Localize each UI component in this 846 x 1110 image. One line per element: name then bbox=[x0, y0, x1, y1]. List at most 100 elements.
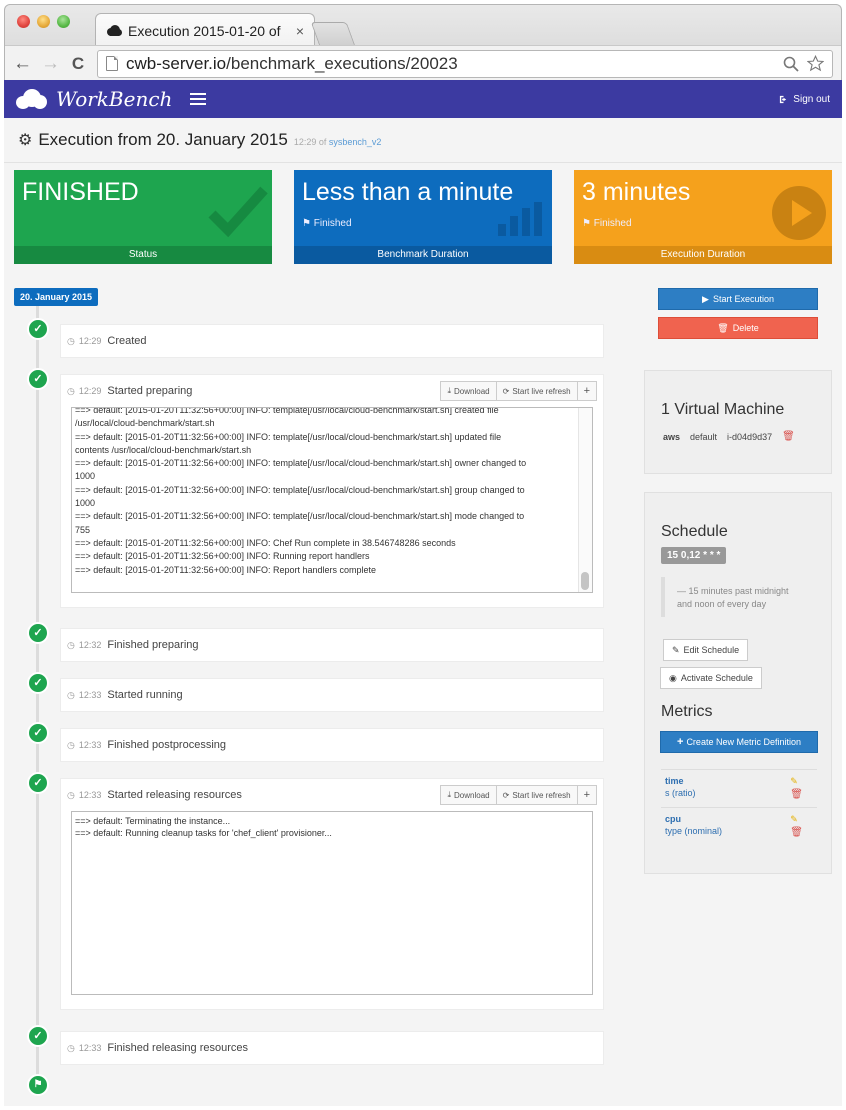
edit-schedule-button[interactable]: ✎ Edit Schedule bbox=[663, 639, 749, 661]
trash-icon[interactable]: 🗑 bbox=[790, 827, 803, 838]
zoom-icon[interactable] bbox=[783, 56, 799, 72]
log-line: 1000 bbox=[75, 498, 96, 509]
benchmark-link[interactable]: sysbench_v2 bbox=[329, 137, 382, 147]
check-circle-icon: ✓ bbox=[27, 722, 49, 744]
heading-time: 12:29 bbox=[293, 137, 317, 147]
metric-row: cpu type (nominal) ✎ 🗑 bbox=[661, 807, 817, 845]
create-metric-button[interactable]: + Create New Metric Definition bbox=[660, 731, 818, 753]
timeline-line bbox=[36, 306, 39, 1096]
browser-tab[interactable]: Execution 2015-01-20 of × bbox=[95, 13, 315, 47]
page-title: Execution from 20. January 2015 bbox=[38, 130, 288, 149]
vm-instance-id: i-d04d9d37 bbox=[727, 431, 773, 442]
url-text: cwb-server.io/benchmark_executions/20023 bbox=[126, 54, 775, 74]
refresh-label: Start live refresh bbox=[512, 790, 571, 800]
live-refresh-button[interactable]: ⟳ Start live refresh bbox=[496, 785, 578, 805]
download-log-button[interactable]: ⤓ Download bbox=[440, 785, 497, 805]
benchmark-duration-value: Less than a minute bbox=[302, 178, 514, 206]
bookmark-star-icon[interactable] bbox=[807, 55, 824, 72]
log-line: 755 bbox=[75, 524, 91, 535]
log-output-preparing[interactable]: ==> default: [2015-01-20T11:32:56+00:00]… bbox=[71, 407, 593, 593]
page-content: ⚙ Execution from 20. January 2015 12:29 … bbox=[4, 118, 842, 1106]
log-line: ==> default: [2015-01-20T11:32:56+00:00]… bbox=[75, 537, 456, 548]
pencil-icon[interactable]: ✎ bbox=[790, 814, 803, 825]
execution-duration-value: 3 minutes bbox=[582, 178, 691, 206]
check-circle-icon: ✓ bbox=[27, 672, 49, 694]
status-footer: Status bbox=[14, 246, 272, 264]
log-output-releasing[interactable]: ==> default: Terminating the instance...… bbox=[71, 811, 593, 995]
event-time: 12:32 bbox=[78, 640, 102, 650]
pencil-icon: ✎ bbox=[672, 644, 680, 655]
timeline-event-created: ◷ 12:29 Created bbox=[60, 324, 604, 358]
browser-chrome: Execution 2015-01-20 of × ← → C cwb-serv… bbox=[4, 4, 842, 81]
create-metric-label: Create New Metric Definition bbox=[686, 737, 801, 747]
start-execution-button[interactable]: ▶ Start Execution bbox=[658, 288, 818, 310]
schedule-title: Schedule bbox=[661, 523, 728, 540]
tab-title: Execution 2015-01-20 of bbox=[128, 22, 281, 39]
event-time: 12:33 bbox=[78, 790, 102, 800]
bar-chart-icon bbox=[498, 202, 542, 236]
trash-icon[interactable]: 🗑 bbox=[790, 789, 803, 800]
address-bar[interactable]: cwb-server.io/benchmark_executions/20023 bbox=[97, 49, 833, 78]
vm-provider: aws bbox=[663, 431, 681, 442]
trash-icon: 🗑 bbox=[717, 322, 729, 333]
expand-log-button[interactable]: + bbox=[577, 381, 597, 401]
download-label: Download bbox=[454, 386, 490, 396]
refresh-label: Start live refresh bbox=[512, 386, 571, 396]
refresh-icon: ⟳ bbox=[502, 386, 510, 396]
expand-log-button[interactable]: + bbox=[577, 785, 597, 805]
refresh-icon: ⟳ bbox=[502, 790, 510, 800]
live-refresh-button[interactable]: ⟳ Start live refresh bbox=[496, 381, 578, 401]
reload-icon[interactable]: C bbox=[69, 55, 87, 72]
browser-toolbar: ← → C cwb-server.io/benchmark_executions… bbox=[5, 45, 841, 81]
log-line: ==> default: [2015-01-20T11:32:56+00:00]… bbox=[75, 564, 377, 575]
event-label: Started preparing bbox=[107, 385, 193, 397]
clock-icon: ◷ bbox=[67, 385, 75, 396]
minimize-window-button[interactable] bbox=[37, 15, 50, 28]
log-line: /usr/local/cloud-benchmark/start.sh bbox=[75, 418, 215, 429]
check-circle-icon: ✓ bbox=[27, 368, 49, 390]
metric-row: time s (ratio) ✎ 🗑 bbox=[661, 769, 817, 807]
event-label: Started releasing resources bbox=[107, 789, 242, 801]
download-log-button[interactable]: ⤓ Download bbox=[440, 381, 497, 401]
event-time: 12:29 bbox=[78, 336, 102, 346]
url-host: cwb-server.io bbox=[126, 53, 227, 73]
sign-out-link[interactable]: Sign out bbox=[779, 94, 830, 105]
maximize-window-button[interactable] bbox=[57, 15, 70, 28]
edit-schedule-label: Edit Schedule bbox=[683, 645, 740, 655]
virtual-machine-panel: 1 Virtual Machine aws default i-d04d9d37… bbox=[644, 370, 832, 474]
log-line: ==> default: [2015-01-20T11:32:56+00:00]… bbox=[75, 551, 370, 562]
checkmark-icon bbox=[208, 186, 268, 238]
log-scrollbar[interactable] bbox=[578, 408, 592, 592]
new-tab-button[interactable] bbox=[310, 22, 356, 46]
back-arrow-icon[interactable]: ← bbox=[13, 54, 32, 73]
log-line: ==> default: Terminating the instance... bbox=[75, 816, 231, 826]
log-scrollbar-thumb[interactable] bbox=[581, 572, 589, 590]
execution-duration-footer: Execution Duration bbox=[574, 246, 832, 264]
pencil-icon[interactable]: ✎ bbox=[790, 776, 803, 787]
benchmark-duration-sub-label: Finished bbox=[313, 218, 352, 229]
heading-of: of bbox=[318, 137, 327, 147]
check-circle-icon: ✓ bbox=[27, 622, 49, 644]
trash-icon[interactable]: 🗑 bbox=[782, 431, 795, 442]
flag-icon: ⚑ bbox=[302, 218, 314, 229]
status-tile: FINISHED Status bbox=[14, 170, 272, 264]
forward-arrow-icon[interactable]: → bbox=[41, 54, 60, 73]
clock-icon: ◷ bbox=[67, 689, 75, 700]
cloud-logo-icon[interactable] bbox=[16, 89, 48, 109]
flag-icon: ⚑ bbox=[582, 218, 594, 229]
tab-close-icon[interactable]: × bbox=[296, 23, 304, 39]
menu-toggle-icon[interactable] bbox=[190, 93, 207, 105]
activate-schedule-button[interactable]: ◉ Activate Schedule bbox=[660, 667, 762, 689]
close-window-button[interactable] bbox=[17, 15, 30, 28]
log-line: 1000 bbox=[75, 471, 96, 482]
timeline-date-badge: 20. January 2015 bbox=[14, 288, 99, 306]
sign-out-label: Sign out bbox=[793, 93, 830, 105]
plus-icon: + bbox=[677, 736, 684, 748]
delete-button[interactable]: 🗑 Delete bbox=[658, 317, 818, 339]
schedule-description-line: and noon of every day bbox=[677, 599, 767, 609]
check-circle-icon: ✓ bbox=[27, 772, 49, 794]
event-time: 12:33 bbox=[78, 1043, 102, 1053]
brand-logo[interactable]: WorkBench bbox=[56, 87, 172, 111]
event-time: 12:33 bbox=[78, 690, 102, 700]
log-line: ==> default: [2015-01-20T11:32:56+00:00]… bbox=[75, 407, 499, 415]
